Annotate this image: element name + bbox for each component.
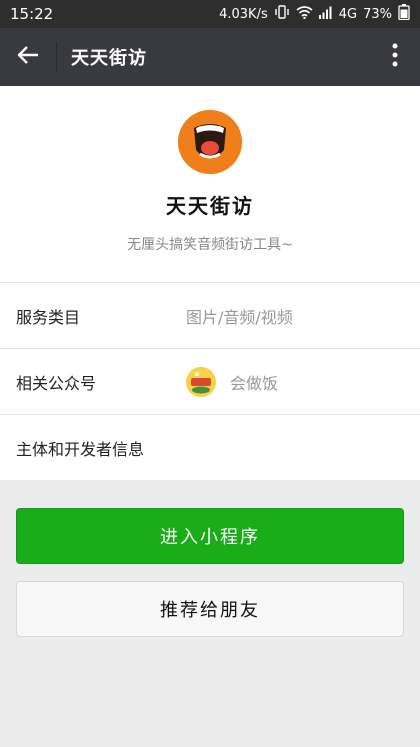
- status-indicators: 4.03K/s 4G 73%: [219, 4, 410, 24]
- mini-program-avatar: [178, 110, 242, 174]
- page-title: 天天街访: [71, 48, 147, 69]
- mini-program-description: 无厘头搞笑音频街访工具~: [127, 237, 293, 253]
- back-arrow-icon: [17, 45, 39, 69]
- signal-icon: [318, 6, 333, 23]
- app-bar: 天天街访: [0, 28, 420, 86]
- mini-program-profile: 天天街访 无厘头搞笑音频街访工具~: [0, 86, 420, 282]
- related-account-row[interactable]: 相关公众号 会做饭: [0, 348, 420, 414]
- status-bar: 15:22 4.03K/s 4G 73%: [0, 0, 420, 28]
- info-list: 服务类目 图片/音频/视频 相关公众号 会做饭 主体和开发者信息: [0, 282, 420, 480]
- battery-icon: [398, 4, 410, 24]
- service-category-row: 服务类目 图片/音频/视频: [0, 282, 420, 348]
- service-category-value: 图片/音频/视频: [186, 307, 293, 327]
- more-options-button[interactable]: [370, 28, 420, 86]
- developer-info-label: 主体和开发者信息: [16, 439, 145, 459]
- related-account-label: 相关公众号: [16, 373, 97, 393]
- back-button[interactable]: [0, 28, 56, 86]
- more-vertical-icon: [392, 43, 398, 71]
- mini-program-name: 天天街访: [166, 194, 254, 218]
- related-account-name: 会做饭: [230, 373, 279, 393]
- account-avatar: [186, 366, 216, 397]
- enter-mini-program-button[interactable]: 进入小程序: [16, 508, 404, 564]
- vibrate-icon: [274, 5, 290, 23]
- status-time: 15:22: [10, 5, 54, 23]
- actions-area: 进入小程序 推荐给朋友: [0, 481, 420, 747]
- battery-percent: 73%: [363, 6, 392, 22]
- related-account-value-wrap: 会做饭: [186, 366, 279, 397]
- network-type: 4G: [338, 6, 358, 22]
- wifi-icon: [296, 5, 313, 23]
- recommend-to-friends-button[interactable]: 推荐给朋友: [16, 581, 404, 637]
- service-category-label: 服务类目: [16, 307, 81, 327]
- app-bar-divider: [56, 42, 57, 72]
- network-speed: 4.03K/s: [219, 6, 268, 22]
- developer-info-row[interactable]: 主体和开发者信息: [0, 414, 420, 480]
